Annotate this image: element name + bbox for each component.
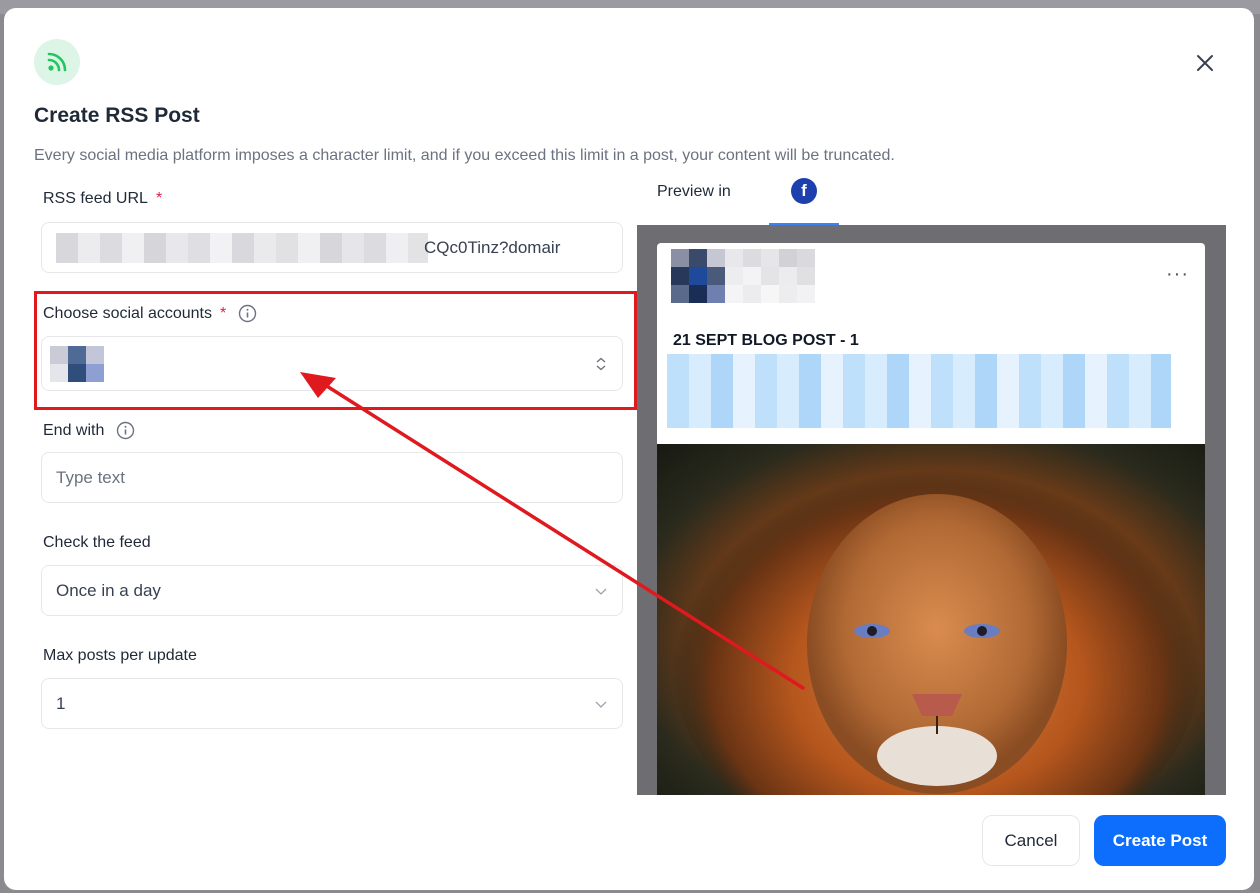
max-posts-label-text: Max posts per update (43, 647, 197, 664)
create-post-button[interactable]: Create Post (1094, 815, 1226, 866)
end-with-placeholder: Type text (56, 467, 125, 487)
modal-subtitle: Every social media platform imposes a ch… (34, 147, 895, 164)
chevron-down-icon (595, 701, 607, 708)
required-mark: * (155, 190, 163, 207)
close-icon (1197, 55, 1213, 71)
post-image-lion (657, 444, 1205, 795)
modal-title: Create RSS Post (34, 104, 200, 127)
preview-label: Preview in (657, 183, 731, 200)
check-feed-label: Check the feed (43, 534, 151, 552)
create-rss-post-modal: Create RSS Post Every social media platf… (4, 8, 1254, 890)
max-posts-label: Max posts per update (43, 647, 197, 665)
rss-url-value: CQc0Tinz?domair (424, 237, 561, 257)
profile-avatar (671, 249, 835, 303)
cancel-button[interactable]: Cancel (982, 815, 1080, 866)
highlight-box (34, 291, 637, 410)
check-feed-label-text: Check the feed (43, 534, 151, 551)
redacted-url-block (56, 232, 428, 263)
rss-url-input[interactable]: CQc0Tinz?domair (41, 222, 623, 273)
info-icon[interactable] (116, 421, 135, 440)
end-with-input[interactable]: Type text (41, 452, 623, 503)
check-feed-select[interactable]: Once in a day (41, 565, 623, 616)
post-menu-icon[interactable]: ··· (1166, 263, 1189, 286)
rss-url-label-text: RSS feed URL (43, 190, 148, 207)
end-with-label-text: End with (43, 421, 105, 439)
preview-panel: ··· 21 SEPT BLOG POST - 1 (637, 225, 1226, 795)
chevron-down-icon (595, 588, 607, 595)
post-title: 21 SEPT BLOG POST - 1 (673, 332, 859, 349)
rss-url-label: RSS feed URL * (43, 190, 162, 208)
redacted-post-link (667, 354, 1171, 428)
end-with-label: End with (43, 421, 135, 440)
rss-icon (34, 39, 80, 85)
max-posts-value: 1 (56, 693, 66, 713)
facebook-post-preview: ··· 21 SEPT BLOG POST - 1 (657, 243, 1205, 795)
facebook-icon: f (791, 178, 817, 204)
close-button[interactable] (1190, 48, 1220, 78)
max-posts-select[interactable]: 1 (41, 678, 623, 729)
check-feed-value: Once in a day (56, 580, 161, 600)
tab-facebook[interactable]: f (769, 174, 839, 226)
